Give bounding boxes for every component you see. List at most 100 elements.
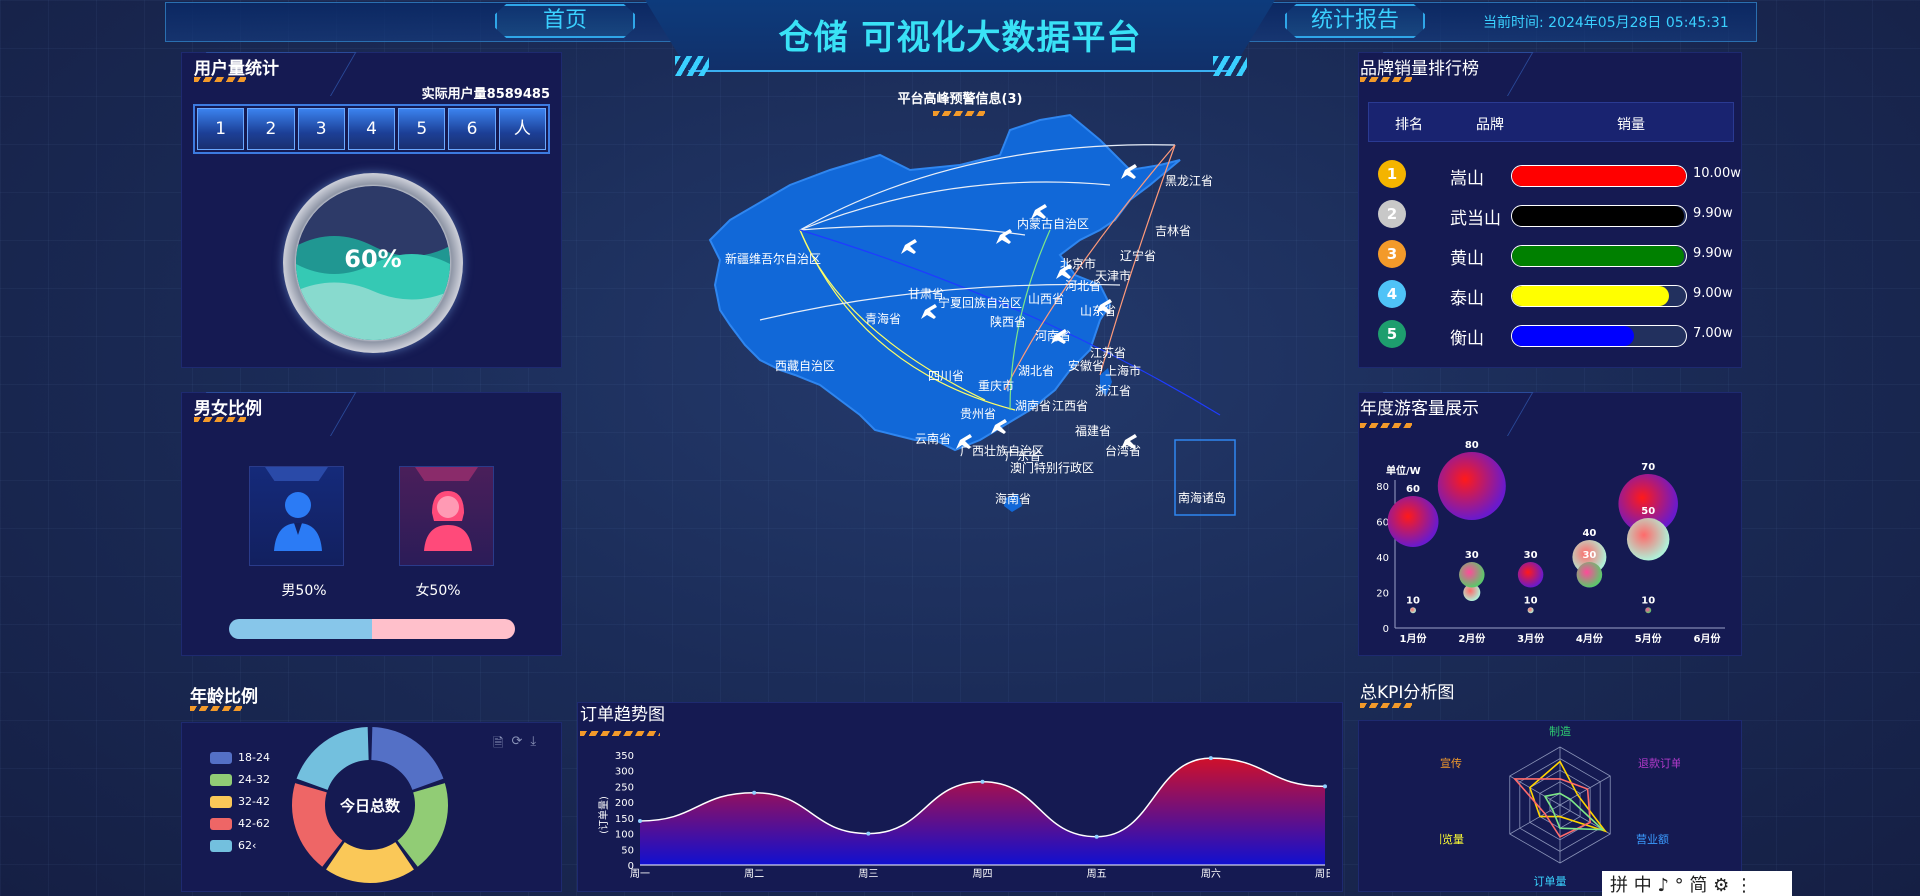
sales-bar (1511, 245, 1687, 267)
bubble-label: 30 (1524, 550, 1538, 561)
medal-icon: 2 (1378, 200, 1406, 228)
sales-bar-fill (1512, 326, 1634, 346)
kpi-radar-chart: 制造退款订单营业额订单量 浏览量 宣传 (1440, 724, 1680, 888)
legend-item[interactable]: 32-42 (210, 795, 270, 808)
brand-rank-title: 品牌销量排行榜 (1360, 59, 1479, 79)
download-icon[interactable]: ⤓ (530, 734, 536, 756)
donut-slice (296, 727, 369, 790)
title-stripes-right (1213, 56, 1247, 76)
user-stats-title: 用户量统计 (194, 59, 279, 79)
x-tick-label: 周四 (973, 868, 993, 880)
province-label: 内蒙古自治区 (1017, 216, 1089, 231)
radar-indicator-label: 营业额 (1636, 832, 1669, 846)
rank-row: 4 泰山 9.00w (1378, 280, 1738, 310)
province-label: 北京市 (1060, 256, 1096, 271)
y-tick-label: 80 (1376, 482, 1389, 493)
rank-row: 1 嵩山 10.00w (1378, 160, 1741, 190)
nav-report-tab[interactable]: 统计报告 (1285, 4, 1425, 38)
province-label: 云南省 (915, 431, 951, 446)
bubble-label: 70 (1641, 462, 1655, 473)
bubble-point (1645, 607, 1652, 614)
bubble-point (1576, 562, 1603, 588)
title-underline (1360, 77, 1412, 82)
female-card (399, 466, 494, 566)
digit-cell: 1 (197, 108, 245, 150)
bubble-point (1437, 452, 1506, 520)
title-underline (194, 77, 246, 82)
legend-item[interactable]: 24-32 (210, 773, 270, 786)
bubble-label: 30 (1582, 550, 1596, 561)
sales-bar (1511, 205, 1687, 227)
ime-toolbar[interactable]: 拼 中 ♪ ° 简 ⚙ ⋮ (1602, 871, 1792, 896)
y-tick-label: 200 (615, 798, 634, 809)
data-point (1208, 756, 1213, 761)
bubble-point (1459, 562, 1485, 588)
province-label: 陕西省 (990, 314, 1026, 329)
sales-bar (1511, 325, 1687, 347)
y-tick-label: 250 (615, 782, 634, 793)
female-ratio-label: 女50% (415, 583, 461, 599)
legend-item[interactable]: 42-62 (210, 817, 270, 830)
area-fill (640, 758, 1325, 865)
rank-row: 2 武当山 9.90w (1378, 200, 1738, 230)
province-label: 南海诸岛 (1178, 490, 1226, 505)
rank-col-header: 排名 (1395, 117, 1423, 133)
gender-title: 男女比例 (194, 399, 262, 419)
medal-icon: 3 (1378, 240, 1406, 268)
gauge-percent-label: 60% (344, 245, 402, 273)
y-tick-label: 50 (621, 845, 634, 856)
province-label: 吉林省 (1155, 224, 1191, 238)
bubble-label: 10 (1641, 595, 1655, 606)
user-count-digits: 1 2 3 4 5 6 人 (193, 104, 550, 154)
donut-slice (371, 727, 444, 790)
data-point (866, 831, 871, 836)
donut-center-label: 今日总数 (339, 797, 400, 815)
radar-axis (1559, 775, 1611, 806)
bubble-point (1517, 562, 1544, 588)
province-label: 河北省 (1065, 279, 1101, 293)
x-tick-label: 4月份 (1576, 632, 1604, 645)
y-tick-label: 350 (615, 751, 634, 762)
province-label: 上海市 (1105, 363, 1141, 378)
legend-item[interactable]: 62‹ (210, 839, 256, 852)
bubble-point (1387, 496, 1439, 547)
digit-cell: 5 (398, 108, 446, 150)
y-tick-label: 150 (615, 814, 634, 825)
medal-icon: 4 (1378, 280, 1406, 308)
actual-users-label: 实际用户量8589485 (421, 87, 550, 102)
x-tick-label: 周六 (1201, 868, 1221, 880)
page-title: 仓储 可视化大数据平台 (778, 18, 1142, 58)
y-tick-label: 60 (1376, 518, 1389, 529)
province-label: 重庆市 (978, 378, 1014, 393)
china-map[interactable]: 黑龙江省吉林省辽宁省内蒙古自治区北京市天津市河北省山东省新疆维吾尔自治区甘肃省宁… (660, 110, 1260, 530)
refresh-icon[interactable]: ⟳ (511, 734, 522, 756)
province-label: 江西省 (1052, 399, 1088, 413)
x-tick-label: 周五 (1087, 868, 1107, 880)
male-bar-fill (229, 619, 372, 639)
bubble-label: 10 (1406, 595, 1420, 606)
kpi-title: 总KPI分析图 (1360, 683, 1455, 703)
medal-icon: 1 (1378, 160, 1406, 188)
nav-home-tab[interactable]: 首页 (495, 4, 635, 38)
sales-bar-fill (1512, 246, 1685, 266)
legend-item[interactable]: 18-24 (210, 751, 270, 764)
x-tick-label: 2月份 (1458, 632, 1486, 645)
bubble-point (1527, 607, 1534, 614)
province-label: 海南省 (995, 491, 1031, 506)
female-icon (424, 491, 472, 551)
sales-value: 9.90w (1693, 206, 1733, 221)
alert-title[interactable]: 平台高峰预警信息(3) (820, 88, 1100, 107)
bubble-label: 80 (1465, 440, 1479, 451)
province-label: 湖南省 (1015, 398, 1051, 413)
legend-label: 42-62 (238, 817, 270, 830)
province-label: 安徽省 (1068, 358, 1104, 373)
sales-bar-fill (1512, 286, 1669, 306)
province-label: 黑龙江省 (1165, 174, 1213, 188)
sales-bar-fill (1512, 166, 1686, 186)
bubble-label: 10 (1524, 595, 1538, 606)
radar-indicator-label: 宣传 (1440, 756, 1462, 770)
medal-icon: 5 (1378, 320, 1406, 348)
file-icon[interactable]: 🗎 (493, 734, 503, 756)
digit-cell: 4 (347, 108, 396, 150)
gender-ratio-bar (229, 619, 515, 639)
